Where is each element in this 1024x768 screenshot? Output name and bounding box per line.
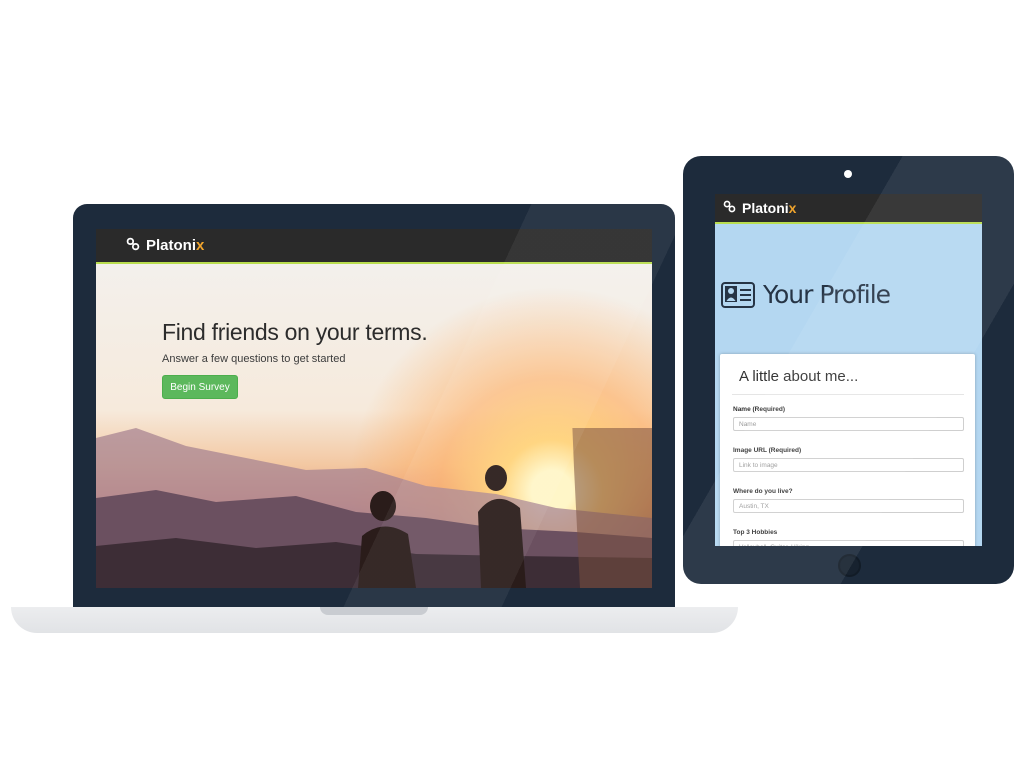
link-chain-icon (126, 237, 140, 255)
name-field[interactable] (733, 417, 964, 431)
tablet-screen: Platoni x Your Profile A little about me.… (715, 194, 982, 546)
id-card-icon (721, 281, 755, 308)
tablet-navbar: Platoni x (715, 194, 982, 224)
laptop-base-notch (320, 607, 428, 615)
hero-photo: Find friends on your terms. Answer a few… (96, 264, 652, 588)
brand-name: Platoni (742, 200, 789, 216)
hero-headline: Find friends on your terms. (162, 319, 428, 345)
laptop-screen: Platoni x Find friends on your terms. An… (96, 229, 652, 588)
profile-form-panel: A little about me... Name (Required) Ima… (720, 354, 975, 546)
brand-logo[interactable]: Platoni x (126, 237, 204, 255)
name-field-label: Name (Required) (733, 406, 786, 413)
link-chain-icon (723, 200, 736, 216)
brand-name-accent: x (196, 237, 205, 254)
tablet-camera (844, 170, 852, 178)
tablet-device: Platoni x Your Profile A little about me.… (683, 156, 1014, 584)
brand-logo[interactable]: Platoni x (723, 200, 796, 216)
begin-survey-button[interactable]: Begin Survey (162, 375, 238, 399)
hobbies-field-label: Top 3 Hobbies (733, 529, 778, 536)
hero-subheadline: Answer a few questions to get started (162, 353, 346, 365)
location-field[interactable] (733, 499, 964, 513)
brand-name: Platoni (146, 237, 197, 254)
brand-name-accent: x (788, 200, 797, 216)
tablet-home-button[interactable] (838, 554, 861, 577)
form-heading: A little about me... (739, 368, 859, 385)
profile-title: Your Profile (763, 280, 891, 309)
laptop-device: Platoni x Find friends on your terms. An… (73, 204, 675, 608)
form-divider (732, 394, 964, 395)
hero-landscape-illustration (96, 428, 652, 588)
profile-header: Your Profile (721, 280, 891, 309)
image-url-field[interactable] (733, 458, 964, 472)
hobbies-field[interactable] (733, 540, 964, 546)
laptop-navbar: Platoni x (96, 229, 652, 264)
location-field-label: Where do you live? (733, 488, 793, 495)
image-url-field-label: Image URL (Required) (733, 447, 802, 454)
